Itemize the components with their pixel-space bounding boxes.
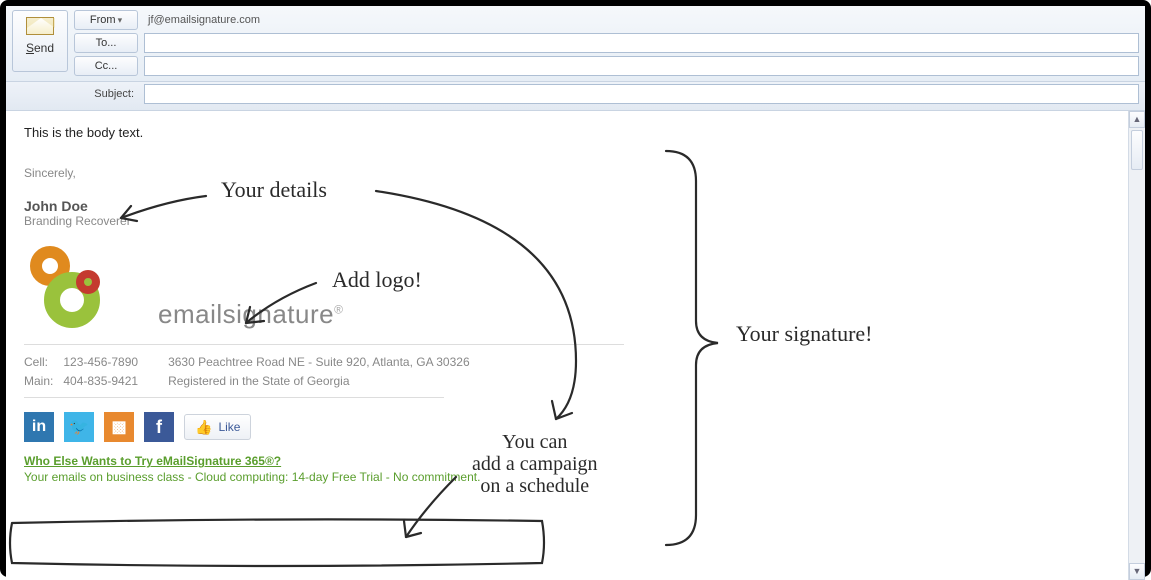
sender-title: Branding Recoverer [24, 214, 1127, 228]
divider [24, 344, 624, 345]
logo-icon [24, 244, 144, 330]
linkedin-icon[interactable]: in [24, 412, 54, 442]
compose-header: Send From▾ jf@emailsignature.com To... C… [6, 6, 1145, 82]
facebook-icon[interactable]: f [144, 412, 174, 442]
vertical-scrollbar[interactable]: ▲ ▼ [1128, 111, 1145, 580]
from-value: jf@emailsignature.com [144, 14, 260, 26]
cc-button[interactable]: Cc... [74, 56, 138, 76]
like-button[interactable]: 👍 Like [184, 414, 251, 440]
envelope-icon [26, 17, 54, 35]
subject-row: Subject: [6, 82, 1145, 111]
body-text: This is the body text. [24, 125, 1127, 140]
message-body[interactable]: This is the body text. Sincerely, John D… [6, 111, 1145, 498]
promo-subtitle: Your emails on business class - Cloud co… [24, 470, 1127, 484]
scroll-up-icon[interactable]: ▲ [1129, 111, 1145, 128]
promo-link[interactable]: Who Else Wants to Try eMailSignature 365… [24, 454, 1127, 468]
send-label: Send [26, 41, 54, 55]
subject-label: Subject: [74, 88, 138, 100]
to-input[interactable] [144, 33, 1139, 53]
logo-row: emailsignature® [24, 244, 1127, 330]
to-button[interactable]: To... [74, 33, 138, 53]
scroll-down-icon[interactable]: ▼ [1129, 563, 1145, 580]
scroll-thumb[interactable] [1131, 130, 1143, 170]
message-body-area[interactable]: ⤢ ▲ ▼ This is the body text. Sincerely, … [6, 111, 1145, 580]
rss-icon[interactable]: ▩ [104, 412, 134, 442]
twitter-icon[interactable]: 🐦 [64, 412, 94, 442]
brand-text: emailsignature® [158, 299, 343, 330]
send-button[interactable]: Send [12, 10, 68, 72]
cc-input[interactable] [144, 56, 1139, 76]
closing: Sincerely, [24, 166, 1127, 180]
thumbs-up-icon: 👍 [195, 419, 212, 436]
contact-block: Cell: 123-456-7890 Main: 404-835-9421 36… [24, 353, 1127, 391]
header-fields: From▾ jf@emailsignature.com To... Cc... [74, 10, 1139, 79]
divider [24, 397, 444, 398]
sender-name: John Doe [24, 198, 1127, 214]
subject-input[interactable] [144, 84, 1139, 104]
social-row: in 🐦 ▩ f 👍 Like [24, 412, 1127, 442]
from-button[interactable]: From▾ [74, 10, 138, 30]
